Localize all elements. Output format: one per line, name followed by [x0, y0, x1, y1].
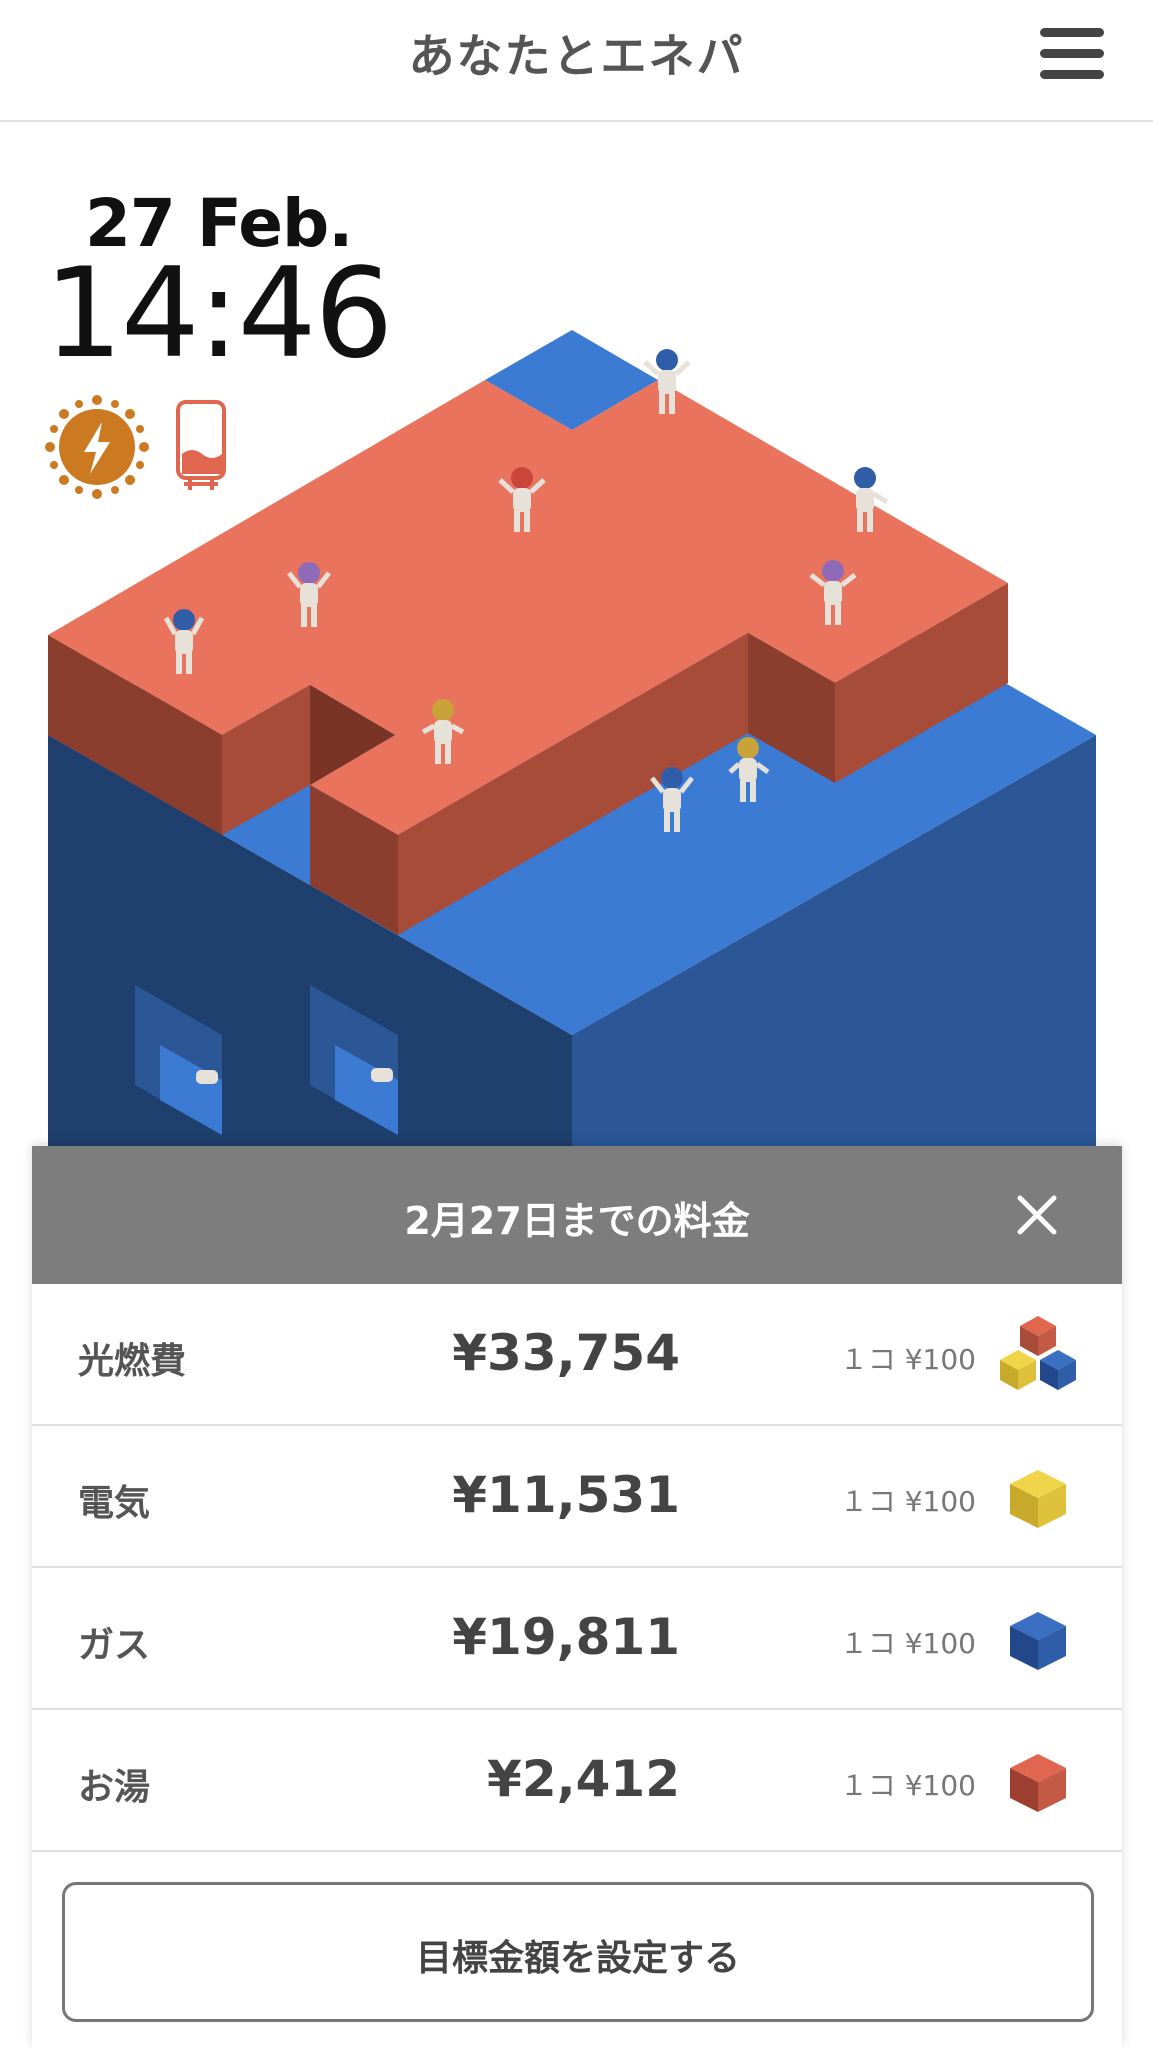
red-cube-icon: [1010, 1754, 1066, 1812]
cost-unit: １コ ¥100: [839, 1485, 976, 1518]
cost-row-gas: ガス ¥19,811 １コ ¥100: [32, 1568, 1122, 1710]
cost-amount: ¥33,754: [452, 1324, 680, 1382]
close-icon[interactable]: [1012, 1190, 1062, 1240]
cost-unit: １コ ¥100: [839, 1769, 976, 1802]
cost-unit: １コ ¥100: [839, 1343, 976, 1376]
set-goal-label: 目標金額を設定する: [415, 1938, 740, 1979]
cost-label: 光燃費: [78, 1341, 187, 1382]
app-title: あなたとエネパ: [408, 29, 745, 83]
cost-amount: ¥19,811: [452, 1608, 680, 1666]
yellow-cube-icon: [1010, 1470, 1066, 1528]
cost-amount: ¥2,412: [487, 1750, 680, 1808]
panel-title: 2月27日までの料金: [404, 1199, 750, 1243]
cost-panel: 2月27日までの料金 光燃費 ¥33,754 １コ ¥100 電気 ¥11,53…: [32, 1146, 1122, 2048]
panel-header: 2月27日までの料金: [32, 1146, 1122, 1284]
cost-row-electricity: 電気 ¥11,531 １コ ¥100: [32, 1426, 1122, 1568]
hot-water-tank-icon[interactable]: [172, 398, 232, 494]
blue-cube-icon: [1010, 1612, 1066, 1670]
set-goal-button[interactable]: 目標金額を設定する: [62, 1882, 1094, 2022]
cost-amount: ¥11,531: [452, 1466, 680, 1524]
app-header: あなたとエネパ: [0, 0, 1153, 122]
cost-label: 電気: [78, 1483, 151, 1524]
sun-bolt-icon[interactable]: [42, 392, 152, 502]
cost-row-total: 光燃費 ¥33,754 １コ ¥100: [32, 1284, 1122, 1426]
time-label: 14:46: [44, 242, 393, 386]
cost-row-hot-water: お湯 ¥2,412 １コ ¥100: [32, 1710, 1122, 1852]
cost-unit: １コ ¥100: [839, 1627, 976, 1660]
cost-label: ガス: [78, 1625, 151, 1666]
hamburger-menu-icon[interactable]: [1040, 28, 1104, 84]
mixed-cubes-icon: [1000, 1316, 1076, 1390]
cost-label: お湯: [78, 1767, 151, 1808]
